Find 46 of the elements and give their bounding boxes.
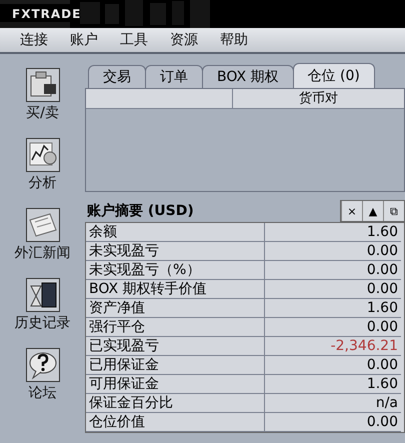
table-cell: 资产净值 xyxy=(86,299,265,318)
table-cell: 余额 xyxy=(86,223,265,242)
menu-item[interactable]: 帮助 xyxy=(220,31,248,49)
table-cell: 0.00 xyxy=(265,261,401,280)
sidebar-label[interactable]: 分析 xyxy=(28,174,56,192)
menu-item[interactable]: 资源 xyxy=(170,31,198,49)
table-cell: 1.60 xyxy=(265,375,401,394)
table-cell: 已用保证金 xyxy=(86,356,265,375)
sidebar-label[interactable]: 外汇新闻 xyxy=(14,244,70,262)
table-cell: -2,346.21 xyxy=(265,337,401,356)
table-cell: 1.60 xyxy=(265,223,401,242)
table-cell: 0.00 xyxy=(265,242,401,261)
table-cell: 仓位价值 xyxy=(86,413,265,432)
app-logo: FXTRADE xyxy=(12,7,82,21)
table-cell: BOX 期权转手价值 xyxy=(86,280,265,299)
menu-item[interactable]: 工具 xyxy=(120,31,148,49)
table-cell: 1.60 xyxy=(265,299,401,318)
newspaper-icon[interactable] xyxy=(26,208,60,242)
table-cell: 已实现盈亏 xyxy=(86,337,265,356)
panel-button[interactable]: × xyxy=(341,201,362,221)
sidebar-label[interactable]: 买/卖 xyxy=(26,104,59,122)
table-cell: 未实现盈亏（%） xyxy=(86,261,265,280)
panel-button[interactable]: ⧉ xyxy=(383,201,404,221)
tab[interactable]: 仓位 (0) xyxy=(292,63,375,88)
machine-icon[interactable] xyxy=(26,68,60,102)
table-cell: 强行平仓 xyxy=(86,318,265,337)
table-cell: 未实现盈亏 xyxy=(86,242,265,261)
table-cell: 0.00 xyxy=(265,413,401,432)
table-cell: 0.00 xyxy=(265,280,401,299)
table-cell: 保证金百分比 xyxy=(86,394,265,413)
question-bubble-icon[interactable] xyxy=(26,348,60,382)
sidebar-label[interactable]: 论坛 xyxy=(28,384,56,402)
tab[interactable]: BOX 期权 xyxy=(202,65,294,88)
table-cell: 0.00 xyxy=(265,356,401,375)
table-cell: n/a xyxy=(265,394,401,413)
menu-item[interactable]: 连接 xyxy=(20,31,48,49)
chart-magnifier-icon[interactable] xyxy=(26,138,60,172)
panel-title: 账户摘要 (USD) xyxy=(86,202,194,220)
table-cell: 0.00 xyxy=(265,318,401,337)
hourglass-book-icon[interactable] xyxy=(26,278,60,312)
tab[interactable]: 订单 xyxy=(145,65,203,88)
menu-item[interactable]: 账户 xyxy=(70,31,98,49)
tab[interactable]: 交易 xyxy=(88,65,146,88)
panel-button[interactable]: ▲ xyxy=(362,201,383,221)
table-cell: 可用保证金 xyxy=(86,375,265,394)
sidebar-label[interactable]: 历史记录 xyxy=(14,314,70,332)
